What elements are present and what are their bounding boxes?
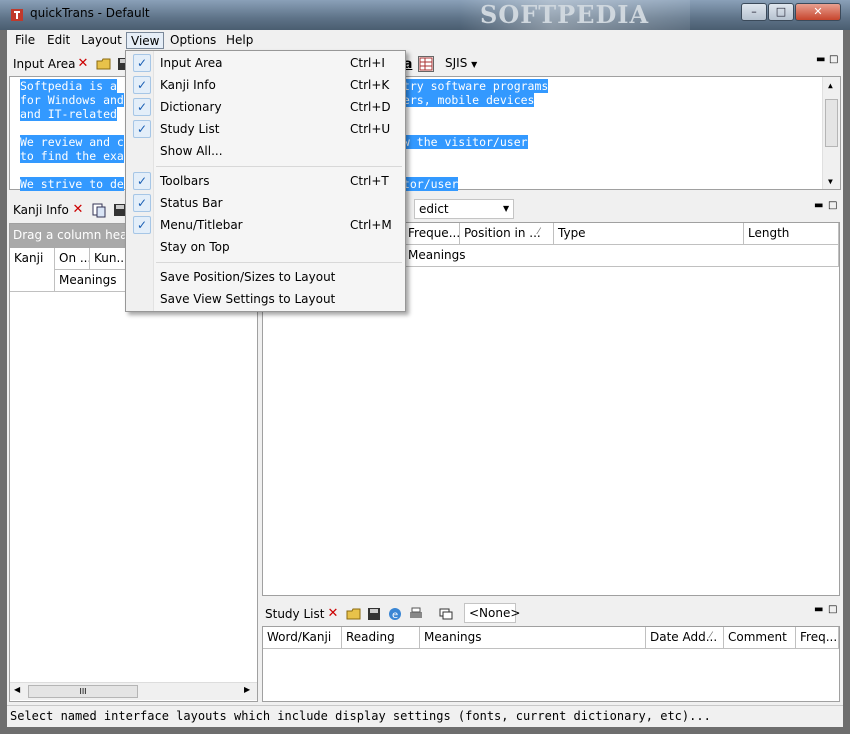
menu-item-show-all[interactable]: Show All...	[128, 140, 403, 162]
scroll-thumb[interactable]	[825, 99, 838, 147]
clear-icon[interactable]: ✕	[70, 202, 86, 218]
status-bar: Select named interface layouts which inc…	[7, 705, 843, 727]
column-header-kun[interactable]: Kun...	[90, 248, 130, 270]
svg-text:e: e	[392, 610, 398, 621]
sort-icon: ⁄	[710, 631, 712, 641]
group-hint: Drag a column hea	[13, 228, 128, 242]
panel-restore-icon[interactable]: ▬	[816, 55, 825, 65]
input-text-right: -try software programs vers, mobile devi…	[396, 79, 549, 191]
menu-item-menu-titlebar[interactable]: ✓ Menu/Titlebar Ctrl+M	[128, 214, 403, 236]
column-header-date-added[interactable]: Date Add... ⁄	[646, 627, 724, 649]
chevron-down-icon: ▼	[503, 204, 510, 213]
column-header-length[interactable]: Length	[744, 223, 839, 245]
checkmark-icon: ✓	[133, 120, 151, 138]
column-header-kanji[interactable]: Kanji	[10, 248, 55, 292]
kanji-info-label: Kanji Info	[13, 203, 69, 217]
clear-icon[interactable]: ✕	[325, 606, 341, 622]
column-header-frequency[interactable]: Freq...	[796, 627, 839, 649]
column-header-meanings[interactable]: Meanings	[420, 627, 646, 649]
open-folder-icon[interactable]	[96, 56, 112, 72]
menu-item-kanji-info[interactable]: ✓ Kanji Info Ctrl+K	[128, 74, 403, 96]
column-header-type[interactable]: Type	[554, 223, 744, 245]
browser-icon[interactable]: e	[387, 606, 403, 622]
menu-separator	[156, 166, 402, 167]
menu-item-stay-on-top[interactable]: Stay on Top	[128, 236, 403, 258]
encoding-select[interactable]: SJIS ▼	[445, 56, 477, 70]
panel-restore-icon[interactable]: ▬	[814, 605, 823, 615]
scroll-down-icon[interactable]: ▼	[828, 175, 833, 189]
checkmark-icon: ✓	[133, 216, 151, 234]
menu-layout[interactable]: Layout	[77, 32, 126, 49]
view-menu-dropdown: ✓ Input Area Ctrl+I ✓ Kanji Info Ctrl+K …	[125, 50, 406, 312]
menu-help[interactable]: Help	[222, 32, 257, 49]
save-icon[interactable]	[366, 606, 382, 622]
menu-edit[interactable]: Edit	[43, 32, 74, 49]
column-header-position[interactable]: Position in ... ⁄	[460, 223, 554, 245]
windows-icon[interactable]	[438, 606, 454, 622]
menu-item-save-view-settings[interactable]: Save View Settings to Layout	[128, 288, 403, 310]
clear-icon[interactable]: ✕	[75, 56, 91, 72]
column-header-reading[interactable]: Reading	[342, 627, 420, 649]
kanji-horizontal-scrollbar[interactable]: ◀ III ▶	[10, 682, 257, 700]
checkmark-icon: ✓	[133, 54, 151, 72]
study-list-grid[interactable]: Word/Kanji Reading Meanings Date Add... …	[262, 626, 840, 702]
column-header-word-kanji[interactable]: Word/Kanji	[263, 627, 342, 649]
menu-item-toolbars[interactable]: ✓ Toolbars Ctrl+T	[128, 170, 403, 192]
study-list-toolbar: Study List ✕ e <None> ▬ □	[262, 602, 841, 626]
column-header-meanings[interactable]: Meanings	[55, 270, 130, 292]
panel-maximize-icon[interactable]: □	[829, 55, 838, 65]
study-filter-select[interactable]: <None>	[464, 603, 520, 623]
softpedia-watermark: SOFTPEDIA	[460, 0, 690, 30]
window-title: quickTrans - Default	[30, 6, 150, 20]
dictionary-value: edict	[419, 202, 449, 216]
dictionary-select[interactable]: edict ▼	[414, 199, 514, 219]
menu-bar: File Edit Layout View Options Help	[7, 30, 843, 50]
sort-icon: ⁄	[538, 227, 540, 237]
menu-view[interactable]: View	[126, 32, 165, 49]
panel-maximize-icon[interactable]: □	[828, 605, 837, 615]
minimize-button[interactable]: –	[741, 3, 767, 21]
checkmark-icon: ✓	[133, 76, 151, 94]
close-button[interactable]: ✕	[795, 3, 841, 21]
open-folder-icon[interactable]	[346, 606, 362, 622]
panel-restore-icon[interactable]: ▬	[814, 201, 823, 211]
encoding-value: SJIS	[445, 56, 468, 70]
column-header-on[interactable]: On ...	[55, 248, 90, 270]
status-text: Select named interface layouts which inc…	[10, 709, 711, 723]
checkmark-icon: ✓	[133, 98, 151, 116]
menu-item-save-position[interactable]: Save Position/Sizes to Layout	[128, 266, 403, 288]
scroll-left-icon[interactable]: ◀	[14, 685, 20, 694]
input-vertical-scrollbar[interactable]: ▲ ▼	[822, 77, 840, 189]
menu-file[interactable]: File	[11, 32, 39, 49]
column-header-comment[interactable]: Comment	[724, 627, 796, 649]
print-icon[interactable]	[408, 606, 424, 622]
app-icon[interactable]	[10, 8, 24, 22]
study-list-label: Study List	[265, 607, 325, 621]
input-text-left: Softpedia is a for Windows and and IT-re…	[20, 79, 124, 191]
chevron-down-icon: ▼	[471, 60, 478, 69]
menu-options[interactable]: Options	[166, 32, 220, 49]
panel-maximize-icon[interactable]: □	[828, 201, 837, 211]
scroll-thumb[interactable]: III	[28, 685, 138, 698]
column-header-meanings[interactable]: Meanings	[404, 245, 839, 267]
input-area-label: Input Area	[13, 57, 76, 71]
menu-separator	[156, 262, 402, 263]
scroll-up-icon[interactable]: ▲	[828, 79, 833, 93]
column-header-frequency[interactable]: Freque...	[404, 223, 460, 245]
menu-item-study-list[interactable]: ✓ Study List Ctrl+U	[128, 118, 403, 140]
maximize-button[interactable]: □	[768, 3, 794, 21]
menu-item-input-area[interactable]: ✓ Input Area Ctrl+I	[128, 52, 403, 74]
menu-item-status-bar[interactable]: ✓ Status Bar	[128, 192, 403, 214]
checkmark-icon: ✓	[133, 194, 151, 212]
checkmark-icon: ✓	[133, 172, 151, 190]
copy-icon[interactable]	[91, 202, 107, 218]
menu-item-dictionary[interactable]: ✓ Dictionary Ctrl+D	[128, 96, 403, 118]
font-table-icon[interactable]	[418, 56, 434, 72]
scroll-right-icon[interactable]: ▶	[244, 685, 250, 694]
